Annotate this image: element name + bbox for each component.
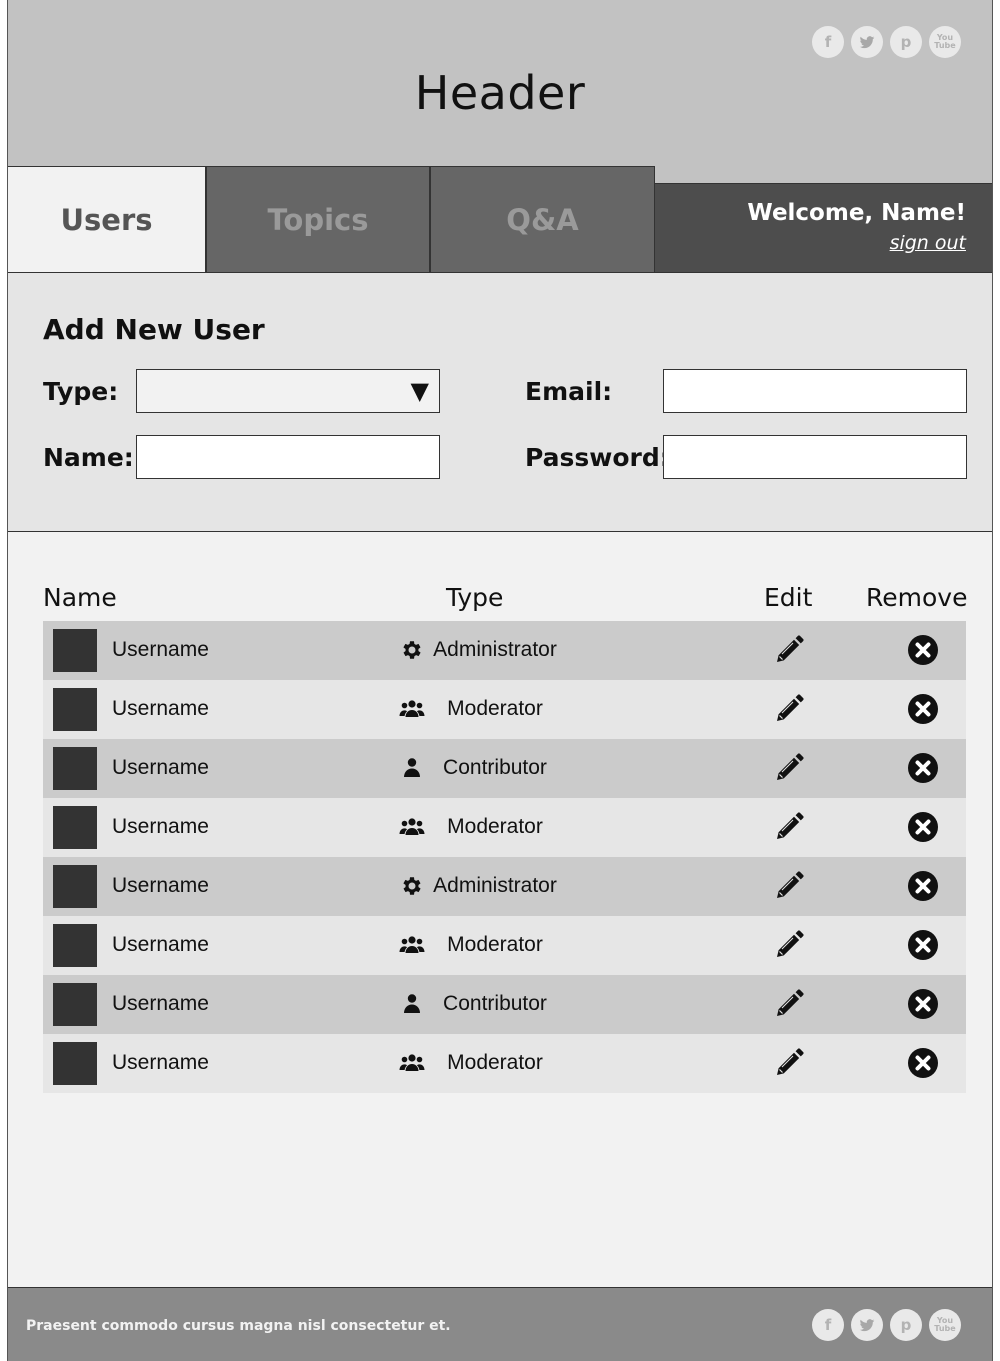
user-type-text: Moderator bbox=[447, 933, 543, 956]
name-label: Name: bbox=[43, 443, 134, 472]
youtube-icon[interactable]: You Tube bbox=[929, 26, 961, 58]
password-label: Password: bbox=[525, 443, 670, 472]
pencil-icon[interactable] bbox=[773, 1047, 805, 1079]
username-text: Username bbox=[112, 1051, 209, 1074]
user-type-text: Moderator bbox=[447, 1051, 543, 1074]
gear-icon bbox=[399, 638, 425, 662]
welcome-panel: Welcome, Name! sign out bbox=[655, 183, 992, 273]
email-label: Email: bbox=[525, 377, 613, 406]
type-select[interactable]: ▼ bbox=[136, 369, 440, 413]
facebook-icon[interactable]: f bbox=[812, 1309, 844, 1341]
user-type-text: Administrator bbox=[433, 638, 557, 661]
youtube-glyph-bottom: Tube bbox=[934, 41, 956, 50]
table-row: Username Contributor bbox=[43, 739, 966, 798]
welcome-text: Welcome, Name! bbox=[747, 200, 966, 226]
user-type-text: Moderator bbox=[447, 697, 543, 720]
remove-icon[interactable] bbox=[907, 634, 939, 666]
avatar bbox=[53, 865, 97, 908]
pencil-icon[interactable] bbox=[773, 634, 805, 666]
tab-bar: Users Topics Q&A Welcome, Name! sign out bbox=[8, 166, 992, 273]
username-text: Username bbox=[112, 992, 209, 1015]
remove-icon[interactable] bbox=[907, 1047, 939, 1079]
tab-users[interactable]: Users bbox=[8, 166, 206, 273]
username-text: Username bbox=[112, 874, 209, 897]
header-title: Header bbox=[414, 66, 586, 120]
add-user-form: Add New User Type: ▼ Name: Email: Passwo… bbox=[8, 272, 992, 532]
avatar bbox=[53, 688, 97, 731]
user-icon bbox=[399, 756, 425, 780]
avatar bbox=[53, 983, 97, 1026]
table-row: Username Contributor bbox=[43, 975, 966, 1034]
remove-icon[interactable] bbox=[907, 811, 939, 843]
users-icon bbox=[399, 933, 425, 957]
twitter-bird-shape bbox=[859, 1319, 875, 1332]
pinterest-icon[interactable]: p bbox=[890, 1309, 922, 1341]
avatar bbox=[53, 747, 97, 790]
page-frame: Header f p You Tube Users Topics Q&A Wel… bbox=[7, 0, 993, 1361]
pencil-icon[interactable] bbox=[773, 693, 805, 725]
pencil-icon[interactable] bbox=[773, 929, 805, 961]
pencil-icon[interactable] bbox=[773, 870, 805, 902]
sign-out-link[interactable]: sign out bbox=[890, 232, 966, 254]
column-header-remove: Remove bbox=[866, 583, 968, 612]
user-type-text: Moderator bbox=[447, 815, 543, 838]
email-input[interactable] bbox=[663, 369, 967, 413]
user-type-text: Contributor bbox=[443, 992, 547, 1015]
username-text: Username bbox=[112, 756, 209, 779]
pencil-icon[interactable] bbox=[773, 752, 805, 784]
tab-qa[interactable]: Q&A bbox=[430, 166, 655, 273]
gear-icon bbox=[399, 874, 425, 898]
avatar bbox=[53, 806, 97, 849]
youtube-icon[interactable]: You Tube bbox=[929, 1309, 961, 1341]
pencil-icon[interactable] bbox=[773, 988, 805, 1020]
remove-icon[interactable] bbox=[907, 693, 939, 725]
avatar bbox=[53, 629, 97, 672]
tab-topics[interactable]: Topics bbox=[206, 166, 430, 273]
remove-icon[interactable] bbox=[907, 929, 939, 961]
facebook-icon[interactable]: f bbox=[812, 26, 844, 58]
dropdown-arrow-icon: ▼ bbox=[410, 377, 429, 405]
user-type-text: Administrator bbox=[433, 874, 557, 897]
twitter-icon[interactable] bbox=[851, 1309, 883, 1341]
footer-text: Praesent commodo cursus magna nisl conse… bbox=[26, 1318, 451, 1334]
column-header-name: Name bbox=[43, 583, 117, 612]
youtube-glyph-bottom: Tube bbox=[934, 1324, 956, 1333]
username-text: Username bbox=[112, 697, 209, 720]
social-links-bottom: f p You Tube bbox=[812, 1309, 961, 1341]
username-text: Username bbox=[112, 815, 209, 838]
column-header-edit: Edit bbox=[764, 583, 813, 612]
remove-icon[interactable] bbox=[907, 988, 939, 1020]
user-type-text: Contributor bbox=[443, 756, 547, 779]
username-text: Username bbox=[112, 638, 209, 661]
twitter-bird-shape bbox=[859, 36, 875, 49]
password-input[interactable] bbox=[663, 435, 967, 479]
username-text: Username bbox=[112, 933, 209, 956]
name-input[interactable] bbox=[136, 435, 440, 479]
pinterest-icon[interactable]: p bbox=[890, 26, 922, 58]
avatar bbox=[53, 924, 97, 967]
remove-icon[interactable] bbox=[907, 752, 939, 784]
table-row: Username Moderator bbox=[43, 680, 966, 739]
user-icon bbox=[399, 992, 425, 1016]
remove-icon[interactable] bbox=[907, 870, 939, 902]
column-header-type: Type bbox=[446, 583, 504, 612]
form-title: Add New User bbox=[43, 313, 265, 346]
users-list: Username Administrator Username Moderator Us… bbox=[43, 621, 966, 1093]
users-icon bbox=[399, 815, 425, 839]
avatar bbox=[53, 1042, 97, 1085]
table-row: Username Administrator bbox=[43, 857, 966, 916]
users-icon bbox=[399, 1051, 425, 1075]
pencil-icon[interactable] bbox=[773, 811, 805, 843]
table-row: Username Moderator bbox=[43, 1034, 966, 1093]
twitter-icon[interactable] bbox=[851, 26, 883, 58]
table-row: Username Administrator bbox=[43, 621, 966, 680]
table-row: Username Moderator bbox=[43, 798, 966, 857]
footer: Praesent commodo cursus magna nisl conse… bbox=[8, 1287, 992, 1361]
type-label: Type: bbox=[43, 377, 119, 406]
users-icon bbox=[399, 697, 425, 721]
table-row: Username Moderator bbox=[43, 916, 966, 975]
header: Header f p You Tube bbox=[8, 0, 992, 184]
social-links-top: f p You Tube bbox=[812, 26, 961, 58]
